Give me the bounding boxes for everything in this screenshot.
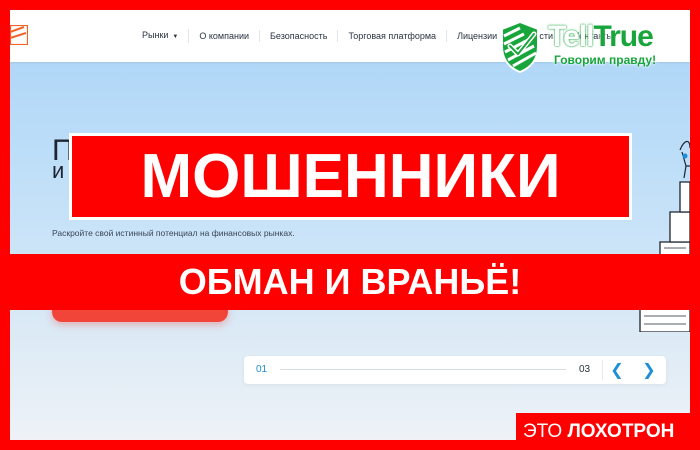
slide-current-number: 01: [256, 364, 268, 375]
corner-word: ЛОХОТРОН: [567, 421, 675, 442]
caret-down-icon: ▼: [172, 34, 179, 40]
shield-check-icon: [501, 20, 539, 74]
chevron-left-icon[interactable]: ❮: [608, 360, 626, 380]
corner-prefix: ЭТО: [523, 421, 563, 442]
scam-stamp-corner: ЭТО ЛОХОТРОН: [516, 413, 700, 450]
brand-part-1: Tell: [548, 20, 594, 53]
nav-item-label: Рынки: [142, 30, 169, 40]
nav-item-security[interactable]: Безопасность: [260, 30, 339, 42]
hero-slider-controls: 01 03 ❮ ❯: [244, 356, 666, 384]
nav-item-markets[interactable]: Рынки ▼: [132, 29, 190, 43]
chevron-right-icon[interactable]: ❯: [640, 360, 658, 380]
scam-stamp-band: ОБМАН И ВРАНЬЁ!: [0, 254, 700, 310]
watermark-slogan: Говорим правду!: [554, 53, 657, 67]
website-screenshot: Рынки ▼ О компании Безопасность Торговая …: [10, 10, 690, 440]
hero-subtitle: Раскройте свой истинный потенциал на фин…: [52, 228, 295, 238]
hero-title-fragment: и: [52, 158, 65, 183]
watermark-brand: TellTrue: [548, 20, 654, 54]
telltrue-watermark: TellTrue Говорим правду!: [498, 20, 684, 76]
slide-total-number: 03: [579, 364, 591, 375]
nav-item-about[interactable]: О компании: [189, 30, 261, 42]
nav-item-platform[interactable]: Торговая платформа: [338, 30, 448, 42]
scam-stamp-main: МОШЕННИКИ: [69, 133, 632, 220]
slider-progress-track[interactable]: [280, 369, 566, 370]
site-logo-icon[interactable]: [10, 25, 28, 45]
brand-part-2: True: [593, 20, 653, 53]
slider-divider: [602, 360, 603, 380]
